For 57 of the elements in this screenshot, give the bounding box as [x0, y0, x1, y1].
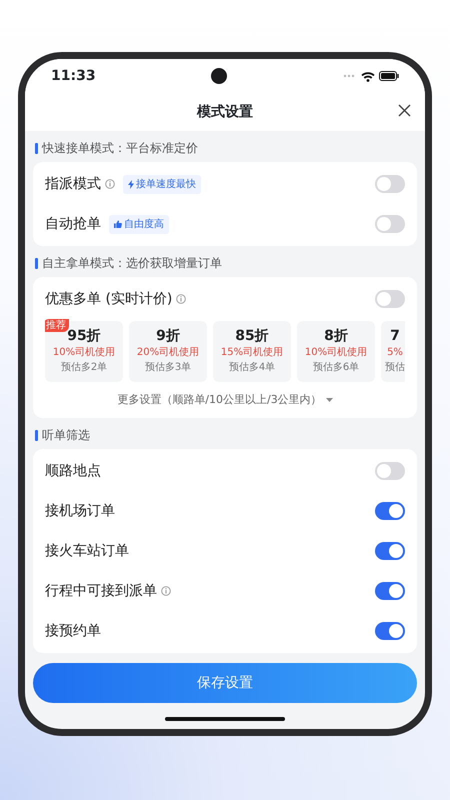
- toggle-switch[interactable]: [375, 582, 405, 600]
- discount-option[interactable]: 8折 10%司机使用 预估多6单: [297, 321, 375, 382]
- usage-share: 10%司机使用: [52, 346, 116, 360]
- setting-label: 接火车站订单: [45, 542, 129, 561]
- toggle-switch[interactable]: [375, 175, 405, 193]
- order-estimate: 预估多2单: [60, 360, 108, 375]
- setting-label: 行程中可接到派单: [45, 582, 157, 601]
- save-button[interactable]: 保存设置: [33, 663, 417, 704]
- discount-value: 85折: [234, 328, 270, 345]
- usage-share: 20%司机使用: [136, 346, 200, 360]
- usage-share: 5%: [386, 346, 404, 360]
- toggle-switch[interactable]: [375, 622, 405, 640]
- discount-option[interactable]: 推荐 95折 10%司机使用 预估多2单: [45, 321, 123, 382]
- discount-option[interactable]: 85折 15%司机使用 预估多4单: [213, 321, 291, 382]
- wifi-icon: [360, 70, 375, 82]
- section-title: 自主拿单模式：选价获取增量订单: [42, 255, 222, 272]
- order-estimate: 预估多3单: [144, 360, 192, 375]
- order-estimate: 预估多4单: [228, 360, 276, 375]
- usage-share: 15%司机使用: [220, 346, 284, 360]
- signal-icon: [342, 74, 357, 78]
- section-marker: [35, 258, 38, 268]
- camera-cutout: [211, 68, 228, 84]
- section-title: 听单筛选: [42, 427, 90, 444]
- toggle-switch[interactable]: [375, 542, 405, 560]
- discount-value: 9折: [155, 328, 181, 345]
- more-settings-link[interactable]: 更多设置（顺路单/10公里以上/3公里内）: [117, 392, 322, 408]
- order-estimate: 预估多6单: [312, 360, 360, 375]
- discount-option[interactable]: 9折 20%司机使用 预估多3单: [129, 321, 207, 382]
- setting-label: 优惠多单 (实时计价): [45, 290, 172, 308]
- toggle-switch[interactable]: [375, 290, 405, 308]
- discount-option[interactable]: 7 5% 预估: [381, 321, 405, 382]
- toggle-switch[interactable]: [375, 462, 405, 480]
- discount-value: 95折: [66, 328, 102, 345]
- setting-label: 顺路地点: [45, 462, 101, 481]
- recommend-ribbon: 推荐: [45, 319, 69, 332]
- order-estimate: 预估: [385, 360, 405, 375]
- discount-value: 7: [389, 328, 401, 345]
- close-icon[interactable]: [398, 104, 411, 117]
- caret-icon: [326, 398, 333, 402]
- feature-tag: 接单速度最快: [123, 174, 201, 194]
- section-title: 快速接单模式：平台标准定价: [42, 140, 198, 157]
- section-marker: [35, 142, 38, 154]
- section-marker: [35, 430, 38, 441]
- lightning-icon: [128, 180, 134, 188]
- toggle-switch[interactable]: [375, 502, 405, 520]
- battery-icon: [378, 71, 399, 81]
- toggle-switch[interactable]: [375, 215, 405, 233]
- setting-label: 接机场订单: [45, 502, 115, 521]
- setting-label: 自动抢单: [45, 214, 101, 234]
- usage-share: 10%司机使用: [304, 346, 368, 360]
- status-time: 11:33: [51, 66, 96, 86]
- discount-value: 8折: [323, 328, 349, 345]
- setting-label: 指派模式: [45, 174, 101, 194]
- page-title: 模式设置: [197, 102, 253, 122]
- thumbs-up-icon: [114, 220, 122, 228]
- feature-tag: 自由度高: [109, 214, 169, 234]
- setting-label: 接预约单: [45, 622, 101, 641]
